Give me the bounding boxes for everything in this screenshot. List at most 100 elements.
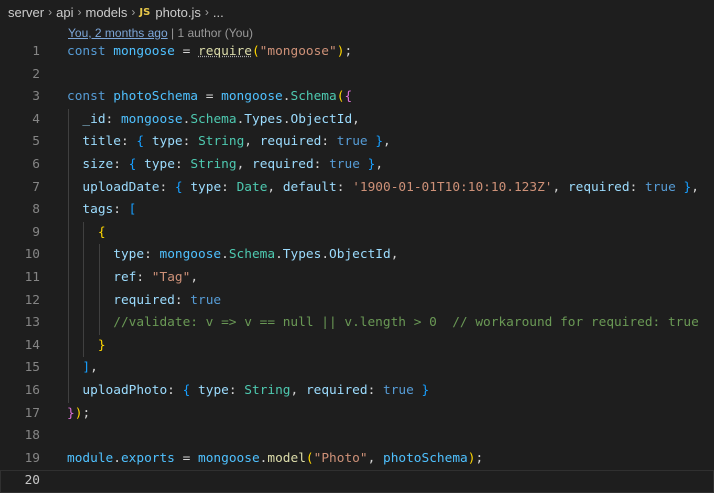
code-token: [ <box>128 202 137 218</box>
code-line[interactable]: 2 <box>0 64 714 87</box>
code-line[interactable]: 20 <box>0 470 714 493</box>
code-token: , <box>236 156 253 172</box>
code-token: mongoose <box>198 450 260 466</box>
code-token: , <box>244 134 260 150</box>
line-number[interactable]: 16 <box>0 380 40 403</box>
line-number[interactable]: 7 <box>0 177 40 200</box>
code-token: Types <box>282 247 322 263</box>
breadcrumb-item-file[interactable]: photo.js <box>155 5 201 20</box>
code-token: model <box>267 450 306 466</box>
code-token: exports <box>120 450 175 466</box>
code-text: const mongoose = require("mongoose"); <box>67 41 352 64</box>
line-number[interactable]: 5 <box>0 131 40 154</box>
code-text: //validate: v => v == null || v.length >… <box>67 312 699 335</box>
code-token: ObjectId <box>329 247 391 263</box>
code-line[interactable]: 15 ], <box>0 357 714 380</box>
code-editor[interactable]: 1 const mongoose = require("mongoose"); 2 3… <box>0 41 714 493</box>
line-number[interactable]: 12 <box>0 290 40 313</box>
code-token: mongoose <box>120 111 183 127</box>
codelens-blame: You, 2 months ago | 1 author (You) <box>68 25 253 42</box>
code-line[interactable]: 17}); <box>0 403 714 426</box>
code-line[interactable]: 4 _id: mongoose.Schema.Types.ObjectId, <box>0 108 714 132</box>
code-token: : <box>228 382 245 398</box>
code-token: ; <box>82 405 91 421</box>
code-line[interactable]: 9 { <box>0 221 714 245</box>
code-line[interactable]: 3 const photoSchema = mongoose.Schema({ <box>0 86 714 109</box>
line-number[interactable]: 6 <box>0 154 40 177</box>
breadcrumb-item-api[interactable]: api <box>56 5 73 20</box>
line-number[interactable]: 11 <box>0 267 40 290</box>
code-token: required <box>567 179 630 195</box>
code-token: true <box>329 156 360 172</box>
line-number[interactable]: 19 <box>0 448 40 471</box>
line-number[interactable]: 20 <box>0 470 40 493</box>
line-number[interactable]: 15 <box>0 357 40 380</box>
code-text: uploadPhoto: { type: String, required: t… <box>67 380 429 403</box>
breadcrumb-item-models[interactable]: models <box>85 5 127 20</box>
code-line[interactable]: 5 title: { type: String, required: true … <box>0 131 714 154</box>
code-token: Schema <box>228 247 276 263</box>
code-token: type <box>190 179 222 195</box>
code-token: : <box>174 156 191 172</box>
code-line[interactable]: 14 } <box>0 334 714 358</box>
code-line[interactable]: 16 uploadPhoto: { type: String, required… <box>0 379 714 403</box>
code-token: : <box>113 202 129 218</box>
code-line[interactable]: 18 <box>0 425 714 448</box>
line-number[interactable]: 13 <box>0 312 40 335</box>
line-number[interactable]: 9 <box>0 222 40 245</box>
line-number[interactable]: 10 <box>0 244 40 267</box>
line-number[interactable]: 14 <box>0 335 40 358</box>
code-token: , <box>390 247 399 263</box>
code-token: required <box>252 156 314 172</box>
code-token: String <box>198 134 245 150</box>
line-number[interactable]: 4 <box>0 109 40 132</box>
code-line[interactable]: 10 type: mongoose.Schema.Types.ObjectId, <box>0 244 714 267</box>
code-line[interactable]: 6 size: { type: String, required: true }… <box>0 153 714 177</box>
code-token: type <box>144 156 175 172</box>
code-line[interactable]: 12 required: true <box>0 289 714 313</box>
line-number[interactable]: 1 <box>0 41 40 64</box>
code-text: } <box>67 335 106 358</box>
code-token: , <box>267 179 283 195</box>
line-number[interactable]: 8 <box>0 199 40 222</box>
code-token: mongoose <box>159 247 222 263</box>
code-token: const <box>67 44 106 59</box>
code-token: mongoose <box>113 44 175 59</box>
code-token: true <box>190 292 222 308</box>
code-token: //validate: v => v == null || v.length >… <box>113 315 699 331</box>
code-token: const <box>67 89 106 105</box>
code-token: : <box>336 179 353 195</box>
code-token: . <box>113 450 121 466</box>
code-token: { <box>97 224 106 240</box>
code-token: Date <box>236 179 268 195</box>
code-line[interactable]: 7 uploadDate: { type: Date, default: '19… <box>0 176 714 200</box>
code-token: . <box>221 247 229 263</box>
code-line[interactable]: 8 tags: [ <box>0 199 714 222</box>
code-token: Schema <box>290 89 337 105</box>
breadcrumb-item-symbols[interactable]: ... <box>213 5 224 20</box>
code-token: module <box>67 450 114 466</box>
line-number[interactable]: 17 <box>0 403 40 426</box>
line-number[interactable]: 2 <box>0 64 40 87</box>
line-number[interactable]: 18 <box>0 425 40 448</box>
code-line[interactable]: 19 module.exports = mongoose.model("Photo… <box>0 448 714 471</box>
code-token: default <box>282 179 337 195</box>
breadcrumb-item-server[interactable]: server <box>8 5 44 20</box>
code-token: true <box>383 382 414 398</box>
code-line[interactable]: 13 //validate: v => v == null || v.lengt… <box>0 312 714 335</box>
code-text: { <box>67 222 106 245</box>
line-number[interactable]: 3 <box>0 86 40 109</box>
code-token: tags <box>82 202 114 218</box>
code-token: : <box>182 134 199 150</box>
code-line[interactable]: 1 const mongoose = require("mongoose"); <box>0 41 714 64</box>
blame-link[interactable]: You, 2 months ago <box>68 26 168 40</box>
code-token: _id <box>82 111 106 127</box>
code-token: { <box>344 89 353 105</box>
code-line[interactable]: 11 ref: "Tag", <box>0 266 714 290</box>
